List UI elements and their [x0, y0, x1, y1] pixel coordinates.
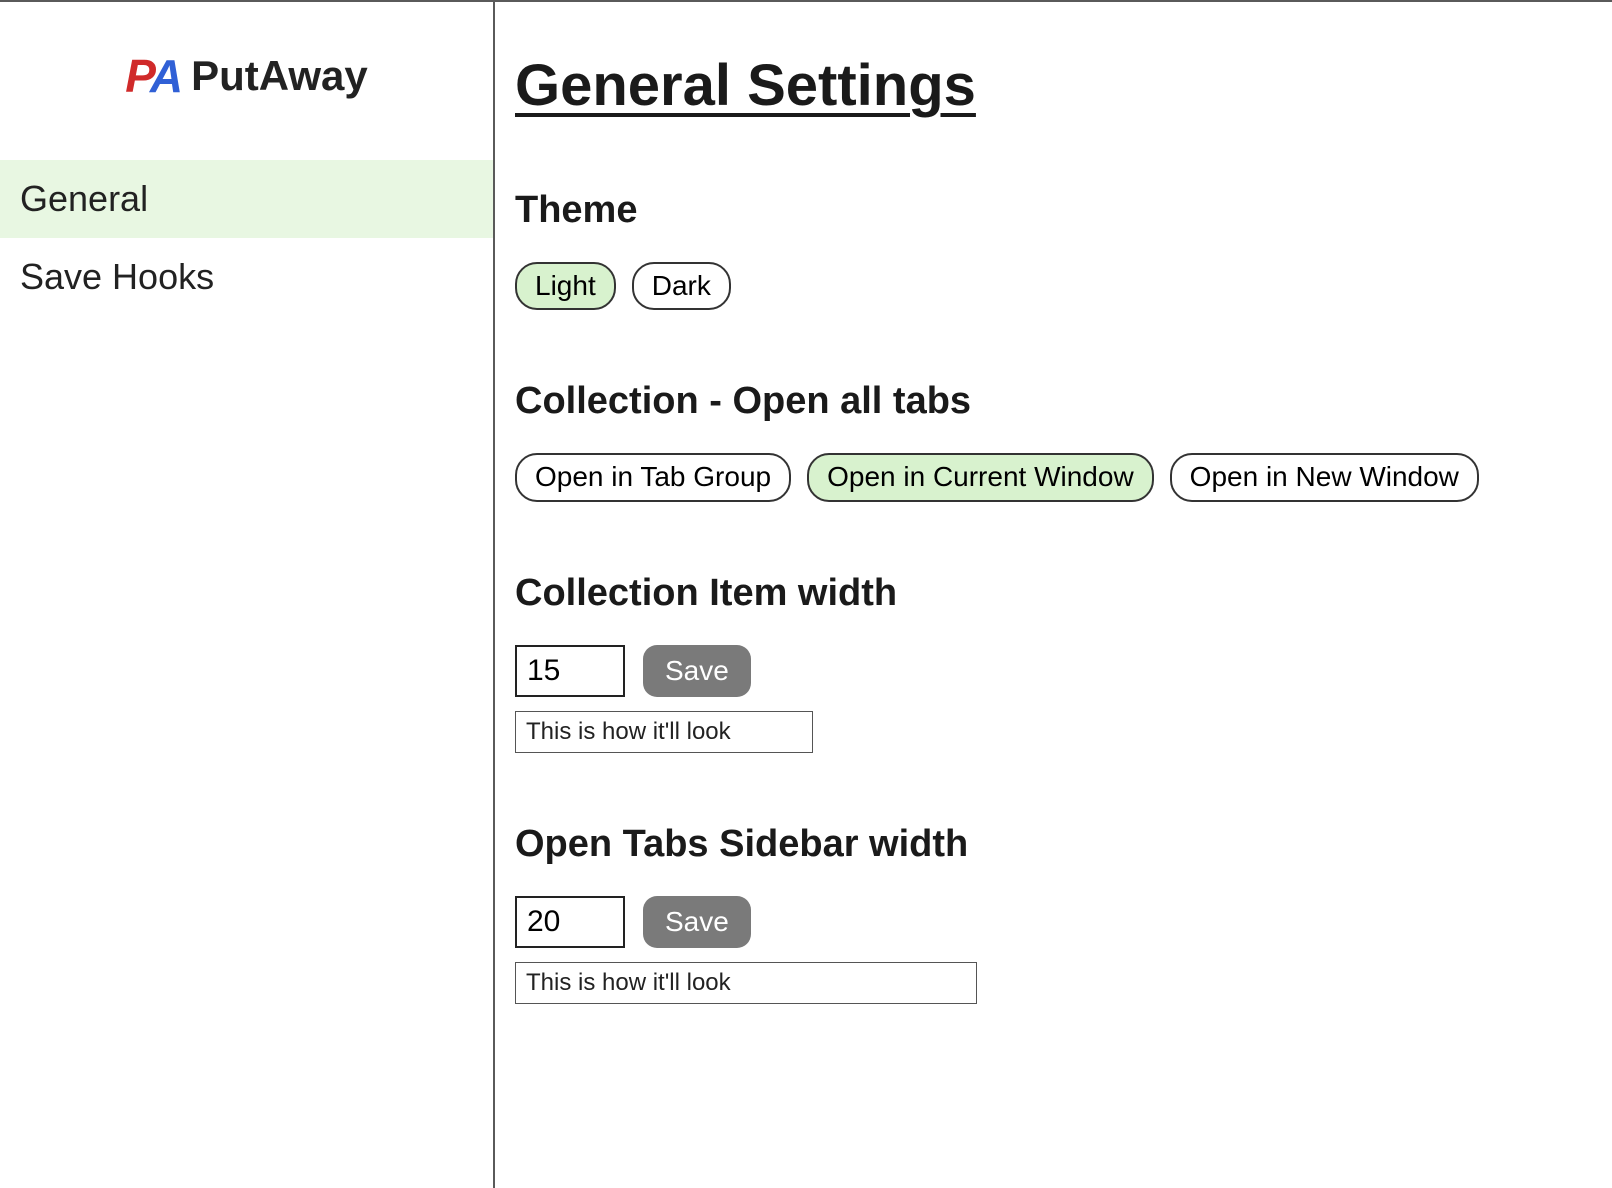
theme-options: Light Dark — [515, 262, 1592, 310]
sidebar-item-save-hooks[interactable]: Save Hooks — [0, 238, 493, 316]
app-name: PutAway — [191, 52, 368, 100]
sidebar-width-input[interactable] — [515, 896, 625, 948]
theme-option-dark[interactable]: Dark — [632, 262, 731, 310]
collection-width-save-button[interactable]: Save — [643, 645, 751, 697]
open-option-current-window[interactable]: Open in Current Window — [807, 453, 1154, 501]
open-all-tabs-options: Open in Tab Group Open in Current Window… — [515, 453, 1592, 501]
open-option-new-window[interactable]: Open in New Window — [1170, 453, 1479, 501]
app-logo-icon: P A — [125, 53, 177, 99]
sidebar-width-input-row: Save — [515, 896, 1592, 948]
section-open-all-tabs: Collection - Open all tabs Open in Tab G… — [515, 380, 1592, 501]
collection-width-input[interactable] — [515, 645, 625, 697]
theme-option-light[interactable]: Light — [515, 262, 616, 310]
sidebar-width-save-button[interactable]: Save — [643, 896, 751, 948]
sidebar-width-preview: This is how it'll look — [515, 962, 977, 1004]
collection-width-preview: This is how it'll look — [515, 711, 813, 753]
app-root: P A PutAway General Save Hooks General S… — [0, 0, 1612, 1188]
section-title-theme: Theme — [515, 189, 1592, 232]
main-content: General Settings Theme Light Dark Collec… — [495, 2, 1612, 1188]
section-theme: Theme Light Dark — [515, 189, 1592, 310]
section-collection-item-width: Collection Item width Save This is how i… — [515, 572, 1592, 753]
section-title-collection-item-width: Collection Item width — [515, 572, 1592, 615]
logo-a-letter: A — [150, 53, 177, 99]
section-title-sidebar-width: Open Tabs Sidebar width — [515, 823, 1592, 866]
section-title-open-all-tabs: Collection - Open all tabs — [515, 380, 1592, 423]
page-title: General Settings — [515, 52, 1592, 119]
open-option-tab-group[interactable]: Open in Tab Group — [515, 453, 791, 501]
logo-row: P A PutAway — [0, 52, 493, 100]
sidebar: P A PutAway General Save Hooks — [0, 2, 495, 1188]
sidebar-item-general[interactable]: General — [0, 160, 493, 238]
section-sidebar-width: Open Tabs Sidebar width Save This is how… — [515, 823, 1592, 1004]
collection-width-input-row: Save — [515, 645, 1592, 697]
logo-p-letter: P — [125, 53, 150, 99]
